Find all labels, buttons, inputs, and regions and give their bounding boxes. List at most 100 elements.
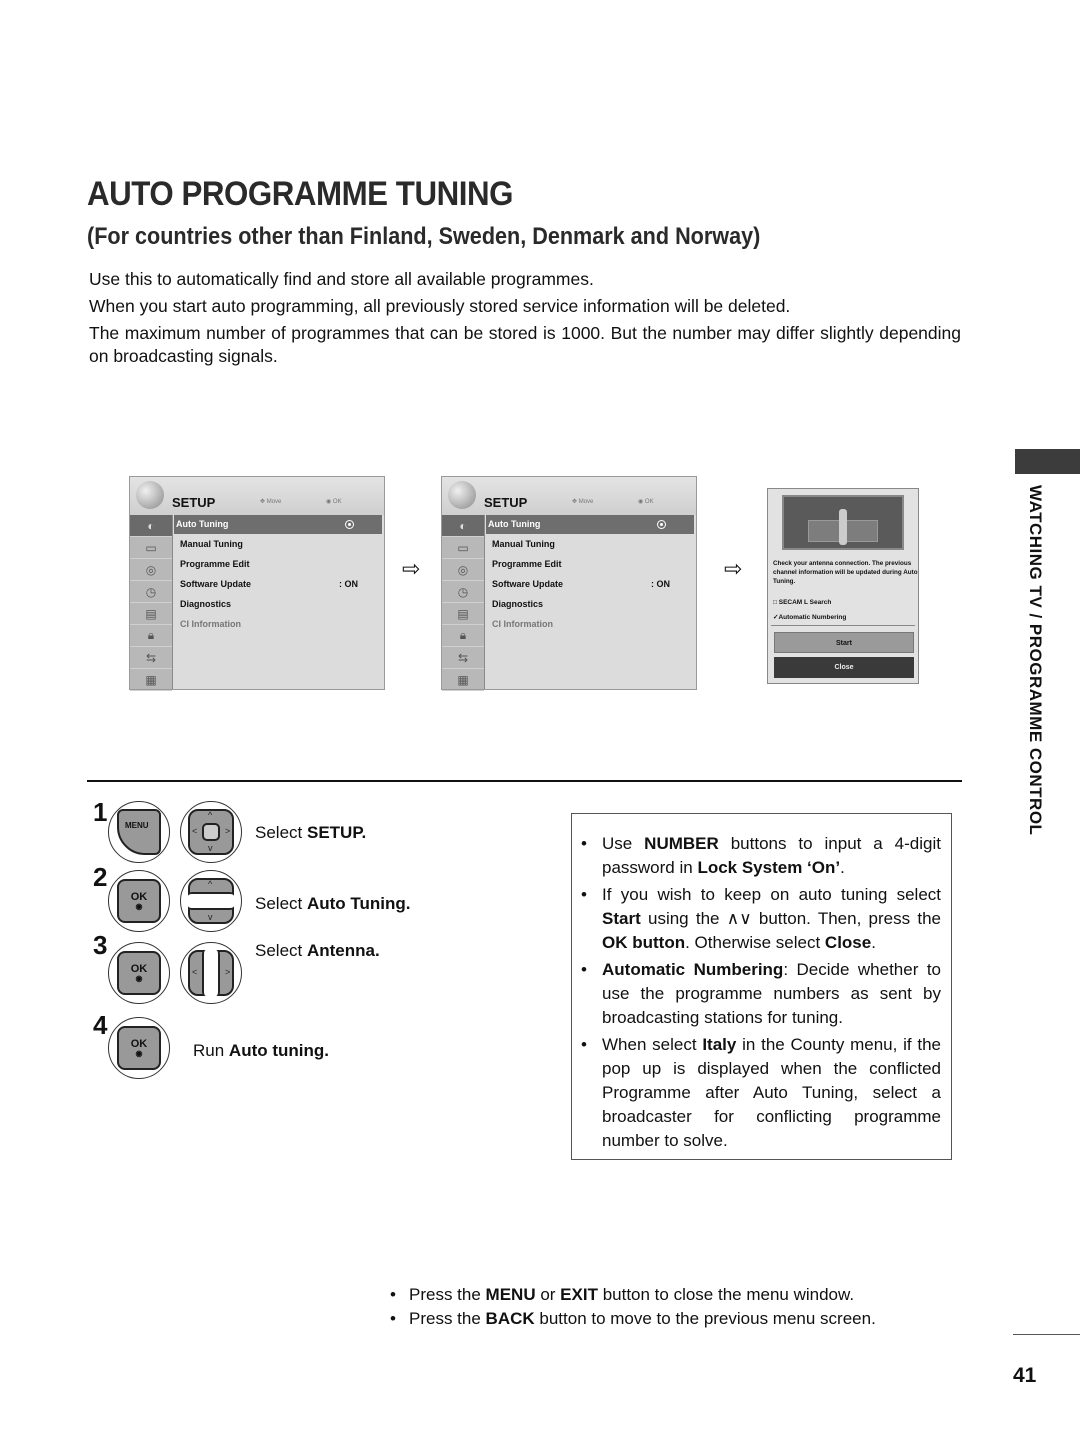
time-icon: ◷ — [442, 581, 484, 603]
menu-item-manual-tuning: Manual Tuning — [174, 534, 382, 554]
note-text: Press the — [409, 1309, 486, 1328]
ok-indicator-icon — [345, 520, 354, 529]
setup-menu-list: Auto Tuning Manual Tuning Programme Edit… — [486, 515, 694, 634]
move-hint: ✥ Move — [572, 499, 594, 505]
menu-item-label: Diagnostics — [180, 599, 232, 609]
note-bold: Italy — [702, 1035, 737, 1054]
ok-button-face: OK ◉ — [117, 1026, 161, 1070]
note-item: When select Italy in the County menu, if… — [581, 1033, 941, 1153]
menu-item-label: CI Information — [492, 619, 553, 629]
note-item: If you wish to keep on auto tuning selec… — [581, 883, 941, 955]
note-item: Use NUMBER buttons to input a 4-digit pa… — [581, 832, 941, 880]
menu-item-diagnostics: Diagnostics — [486, 594, 694, 614]
intro-text: Use this to automatically find and store… — [89, 268, 961, 372]
note-text: . — [840, 858, 845, 877]
menu-item-label: Manual Tuning — [180, 539, 243, 549]
note-text: or — [535, 1285, 561, 1304]
step-3-text: Select Antenna. — [255, 941, 380, 961]
lock-icon: 🔒︎ — [442, 625, 484, 647]
step-number: 2 — [93, 862, 108, 892]
note-bold: BACK — [485, 1309, 535, 1328]
chapter-label: WATCHING TV / PROGRAMME CONTROL — [1026, 485, 1045, 836]
option-icon: ▤ — [130, 603, 172, 625]
page-title: AUTO PROGRAMME TUNING — [87, 175, 513, 213]
footer-notes: Press the MENU or EXIT button to close t… — [390, 1283, 876, 1331]
ok-hint-label: OK — [644, 499, 654, 505]
ok-indicator-icon — [657, 520, 666, 529]
auto-tuning-dialog-screenshot: Check your antenna connection. The previ… — [767, 488, 919, 684]
note-text: button to move to the previous menu scre… — [534, 1309, 876, 1328]
page-subtitle: (For countries other than Finland, Swede… — [87, 223, 761, 250]
step-4-text: Run Auto tuning. — [193, 1041, 329, 1061]
menu-item-label: Auto Tuning — [176, 519, 229, 529]
move-hint: ✥ Move — [260, 499, 282, 505]
right-chevron-icon: > — [225, 826, 231, 836]
up-chevron-icon: ^ — [208, 810, 213, 820]
setup-menu-header: SETUP ✥ Move ◉ OK — [130, 477, 384, 515]
chapter-tab — [1015, 449, 1080, 474]
note-text: Press the — [409, 1285, 486, 1304]
footer-note: Press the MENU or EXIT button to close t… — [390, 1283, 876, 1307]
note-bold: Lock System ‘On’ — [697, 858, 841, 877]
note-bold: OK button — [602, 933, 686, 952]
notes-box: Use NUMBER buttons to input a 4-digit pa… — [571, 813, 952, 1160]
menu-item-software-update: Software Update : ON — [486, 574, 694, 594]
right-chevron-icon: > — [225, 967, 231, 977]
menu-item-auto-tuning: Auto Tuning — [486, 515, 694, 534]
menu-button-label: MENU — [117, 809, 161, 855]
close-button: Close — [774, 657, 914, 678]
note-bold: Start — [602, 909, 641, 928]
step-number: 3 — [93, 930, 108, 960]
step-target: Auto Tuning. — [306, 894, 411, 913]
audio-icon: ◎ — [442, 559, 484, 581]
note-bold: MENU — [485, 1285, 536, 1304]
usb-icon: ▦ — [130, 669, 172, 691]
section-divider — [87, 780, 962, 782]
intro-paragraph: The maximum number of programmes that ca… — [89, 323, 961, 366]
secam-search-label: SECAM L Search — [778, 599, 832, 606]
setup-menu-screenshot-2: SETUP ✥ Move ◉ OK ◐ ▭ ◎ ◷ ▤ 🔒︎ ⇆ ▦ Auto … — [441, 476, 697, 691]
next-arrow-icon: ⇨ — [724, 556, 743, 581]
secam-search-option: □ SECAM L Search — [773, 599, 831, 606]
menu-item-label: Software Update — [492, 579, 564, 589]
nav-center-icon — [188, 892, 234, 910]
left-chevron-icon: < — [192, 967, 198, 977]
step-1-text: Select SETUP. — [255, 823, 366, 843]
step-prefix: Select — [255, 941, 307, 960]
step-target: SETUP. — [306, 823, 367, 842]
step-number: 4 — [93, 1010, 108, 1040]
setup-menu-title: SETUP — [172, 495, 216, 510]
start-button: Start — [774, 632, 914, 653]
antenna-plug-icon — [839, 509, 847, 545]
up-chevron-icon: ^ — [208, 879, 213, 889]
menu-item-label: CI Information — [180, 619, 241, 629]
note-text: If you wish to keep on auto tuning selec… — [602, 885, 941, 904]
next-arrow-icon: ⇨ — [402, 556, 421, 581]
note-text: . Otherwise select — [685, 933, 825, 952]
note-item: Automatic Numbering: Decide whether to u… — [581, 958, 941, 1030]
setup-menu-header: SETUP ✥ Move ◉ OK — [442, 477, 696, 515]
automatic-numbering-label: Automatic Numbering — [778, 614, 847, 621]
step-target: Antenna. — [306, 941, 380, 960]
usb-icon: ▦ — [442, 669, 484, 691]
menu-remote-button: MENU — [108, 801, 170, 863]
satellite-dish-icon — [136, 481, 164, 509]
menu-item-label: Diagnostics — [492, 599, 544, 609]
step-2-text: Select Auto Tuning. — [255, 894, 411, 914]
note-text: using the ∧∨ button. Then, press the — [640, 909, 941, 928]
menu-item-value: : ON — [651, 579, 670, 589]
category-sidebar: ◐ ▭ ◎ ◷ ▤ 🔒︎ ⇆ ▦ — [130, 515, 173, 691]
step-target: Auto tuning. — [228, 1041, 329, 1060]
antenna-icon: ◐ — [442, 515, 484, 537]
note-bold: EXIT — [560, 1285, 598, 1304]
picture-icon: ▭ — [130, 537, 172, 559]
note-text: Use — [602, 834, 645, 853]
note-bold: NUMBER — [644, 834, 719, 853]
satellite-dish-icon — [448, 481, 476, 509]
note-text: . — [871, 933, 876, 952]
dialog-divider — [771, 625, 915, 626]
nav-center-icon — [202, 950, 220, 996]
antenna-connection-illustration — [782, 495, 904, 550]
intro-paragraph: Use this to automatically find and store… — [89, 269, 594, 289]
menu-item-ci-information: CI Information — [486, 614, 694, 634]
